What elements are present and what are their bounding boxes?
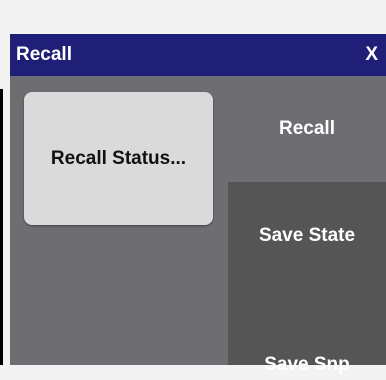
recall-dialog: Recall X Recall Status... Recall Save St… bbox=[10, 34, 386, 375]
tab-recall[interactable]: Recall bbox=[228, 76, 386, 182]
dialog-titlebar: Recall X bbox=[10, 34, 386, 76]
tab-save-state[interactable]: Save State bbox=[228, 221, 386, 251]
window-edge bbox=[0, 89, 3, 365]
recall-status-button[interactable]: Recall Status... bbox=[24, 92, 213, 225]
softkey-dark-area bbox=[228, 182, 386, 365]
tab-save-snp[interactable]: Save Snp bbox=[228, 350, 386, 380]
softkey-panel: Recall Save State Save Snp bbox=[228, 76, 386, 375]
close-button[interactable]: X bbox=[365, 44, 378, 66]
dialog-title: Recall bbox=[16, 44, 72, 65]
